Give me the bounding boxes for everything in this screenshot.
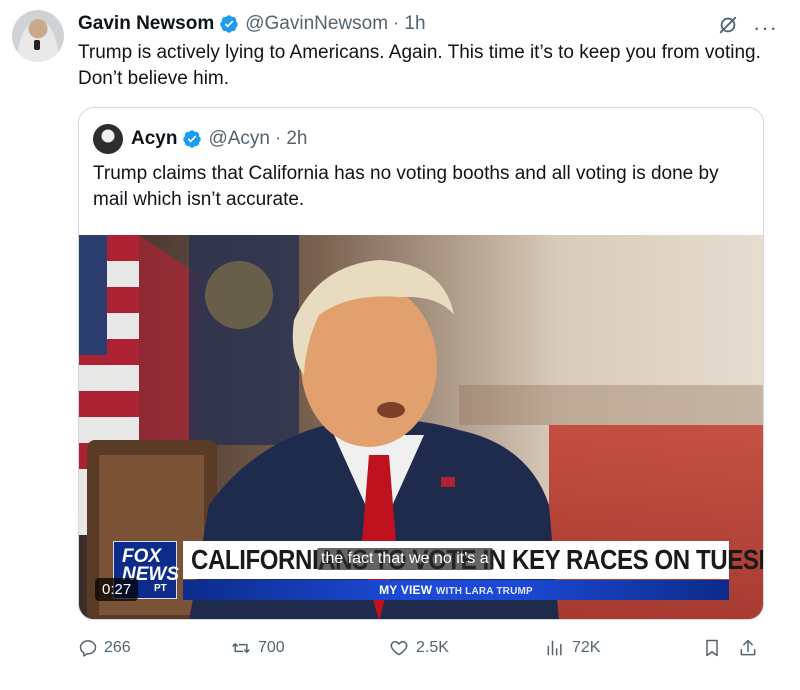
news-subbar: MY VIEW WITH LARA TRUMP [183,580,729,600]
author-avatar[interactable] [12,10,64,62]
quoted-author-name: Acyn [131,128,178,149]
author-handle[interactable]: @GavinNewsom [245,13,388,35]
bookmark-button[interactable] [702,638,722,658]
subbar-main: MY VIEW [379,583,433,597]
quoted-tweet-header: Acyn @Acyn · 2h [93,124,307,154]
tweet-header: Gavin Newsom @GavinNewsom · 1h [78,12,426,36]
verified-badge-icon [219,14,239,34]
more-options-icon[interactable]: ··· [753,16,778,38]
view-count: 72K [572,639,601,656]
fox-logo-tag: PT [154,583,167,594]
quoted-author-avatar [93,124,123,154]
reply-count: 266 [104,639,131,656]
tweet-actions: 266 700 2.5K 72K [78,638,768,664]
subbar-text: MY VIEW WITH LARA TRUMP [379,583,533,597]
repost-count: 700 [258,639,285,656]
author-name[interactable]: Gavin Newsom [78,13,214,35]
like-count: 2.5K [416,639,449,656]
share-icon [740,639,756,656]
reply-icon [79,640,97,657]
separator-dot: · [275,128,282,149]
heart-icon [390,641,408,656]
bookmark-icon [706,639,718,657]
share-button[interactable] [738,638,758,658]
grok-icon[interactable] [717,14,739,41]
microphone [34,40,40,50]
repost-icon [232,643,250,653]
tweet-time[interactable]: 1h [404,13,425,35]
quoted-author-handle: @Acyn [208,128,270,149]
repost-button[interactable]: 700 [230,638,285,658]
video-caption: the fact that we no it's a [317,548,493,570]
tweet-top-icons: ··· [717,14,778,41]
subbar-small: WITH LARA TRUMP [435,586,533,597]
quoted-tweet-time: 2h [286,128,308,149]
separator-dot: · [393,13,400,34]
video-duration: 0:27 [95,578,139,601]
views-button[interactable]: 72K [544,638,600,658]
like-button[interactable]: 2.5K [388,638,449,658]
quoted-tweet[interactable]: Acyn @Acyn · 2h Trump claims that Califo… [78,107,764,620]
views-icon [547,640,562,656]
quoted-tweet-text: Trump claims that California has no voti… [93,163,719,210]
tweet-text: Trump is actively lying to Americans. Ag… [78,42,761,89]
verified-badge-icon [182,129,202,149]
video-player[interactable]: FOX NEWS PT CALIFORNIANS TO VOTE IN KEY … [79,235,763,619]
reply-button[interactable]: 266 [78,638,131,658]
